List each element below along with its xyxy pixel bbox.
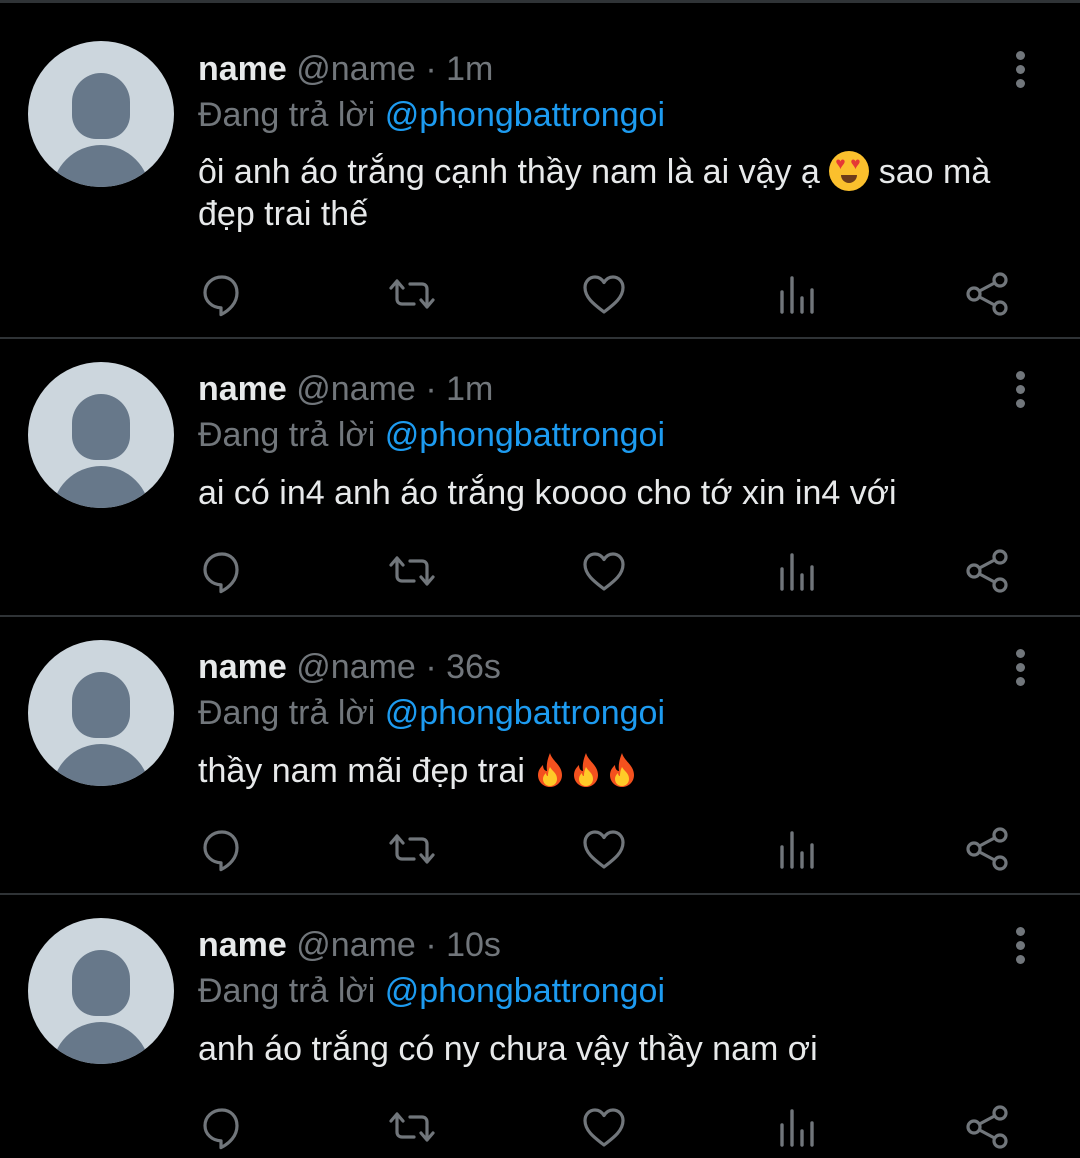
mention-link[interactable]: @phongbattrongoi (385, 416, 665, 454)
like-icon[interactable] (580, 1103, 628, 1151)
action-bar (0, 825, 1080, 875)
replying-to: Đang trả lời @phongbattrongoi (198, 93, 665, 137)
timestamp[interactable]: 36s (446, 648, 501, 686)
replying-to: Đang trả lời @phongbattrongoi (198, 691, 665, 735)
mention-link[interactable]: @phongbattrongoi (385, 694, 665, 732)
retweet-icon[interactable] (388, 547, 436, 595)
more-options-icon[interactable] (1008, 369, 1034, 409)
separator-dot: · (425, 926, 437, 964)
share-icon[interactable] (964, 1103, 1012, 1151)
fire-emoji-group (534, 752, 642, 790)
tweet-text: anh áo trắng có ny chưa vậy thầy nam ơi (198, 1030, 818, 1068)
reply-tweet[interactable]: name @name · 1m Đang trả lời @phongbattr… (0, 339, 1080, 617)
reply-icon[interactable] (198, 270, 246, 318)
share-icon[interactable] (964, 825, 1012, 873)
timestamp[interactable]: 1m (446, 50, 493, 88)
display-name[interactable]: name (198, 926, 287, 964)
retweet-icon[interactable] (388, 1103, 436, 1151)
timestamp[interactable]: 10s (446, 926, 501, 964)
share-icon[interactable] (964, 270, 1012, 318)
avatar[interactable] (28, 362, 174, 508)
fire-emoji-icon (574, 753, 599, 787)
views-icon[interactable] (772, 825, 820, 873)
tweet-header: name @name · 36s (198, 645, 501, 689)
tweet-text: ai có in4 anh áo trắng koooo cho tớ xin … (198, 474, 897, 512)
user-handle[interactable]: @name (296, 926, 416, 964)
replying-to: Đang trả lời @phongbattrongoi (198, 413, 665, 457)
avatar[interactable] (28, 918, 174, 1064)
display-name[interactable]: name (198, 648, 287, 686)
display-name[interactable]: name (198, 370, 287, 408)
retweet-icon[interactable] (388, 825, 436, 873)
tweet-text: ôi anh áo trắng cạnh thầy nam là ai vậy … (198, 151, 1028, 235)
like-icon[interactable] (580, 270, 628, 318)
fire-emoji-icon (538, 753, 563, 787)
timestamp[interactable]: 1m (446, 370, 493, 408)
views-icon[interactable] (772, 547, 820, 595)
reply-tweet[interactable]: name @name · 36s Đang trả lời @phongbatt… (0, 617, 1080, 895)
replying-to-label: Đang trả lời (198, 694, 376, 732)
tweet-text: thầy nam mãi đẹp trai (198, 750, 1028, 792)
display-name[interactable]: name (198, 50, 287, 88)
tweet-header: name @name · 10s (198, 923, 501, 967)
reply-tweet[interactable]: name @name · 1m Đang trả lời @phongbattr… (0, 3, 1080, 339)
replying-to-label: Đang trả lời (198, 416, 376, 454)
avatar[interactable] (28, 41, 174, 187)
separator-dot: · (425, 50, 437, 88)
reply-icon[interactable] (198, 547, 246, 595)
heart-eyes-emoji-icon (829, 151, 870, 191)
tweet-header: name @name · 1m (198, 47, 493, 91)
separator-dot: · (425, 370, 437, 408)
tweet-text-part: ôi anh áo trắng cạnh thầy nam là ai vậy … (198, 153, 820, 191)
retweet-icon[interactable] (388, 270, 436, 318)
tweet-header: name @name · 1m (198, 367, 493, 411)
like-icon[interactable] (580, 825, 628, 873)
action-bar (0, 270, 1080, 320)
fire-emoji-icon (610, 753, 635, 787)
like-icon[interactable] (580, 547, 628, 595)
user-handle[interactable]: @name (296, 370, 416, 408)
reply-icon[interactable] (198, 825, 246, 873)
replying-to-label: Đang trả lời (198, 96, 376, 134)
action-bar (0, 1103, 1080, 1153)
separator-dot: · (425, 648, 437, 686)
reply-icon[interactable] (198, 1103, 246, 1151)
views-icon[interactable] (772, 1103, 820, 1151)
more-options-icon[interactable] (1008, 647, 1034, 687)
action-bar (0, 547, 1080, 597)
reply-tweet[interactable]: name @name · 10s Đang trả lời @phongbatt… (0, 895, 1080, 1158)
share-icon[interactable] (964, 547, 1012, 595)
replying-to-label: Đang trả lời (198, 972, 376, 1010)
mention-link[interactable]: @phongbattrongoi (385, 96, 665, 134)
avatar[interactable] (28, 640, 174, 786)
more-options-icon[interactable] (1008, 49, 1034, 89)
tweet-text-part: thầy nam mãi đẹp trai (198, 752, 525, 790)
user-handle[interactable]: @name (296, 648, 416, 686)
user-handle[interactable]: @name (296, 50, 416, 88)
replying-to: Đang trả lời @phongbattrongoi (198, 969, 665, 1013)
more-options-icon[interactable] (1008, 925, 1034, 965)
mention-link[interactable]: @phongbattrongoi (385, 972, 665, 1010)
views-icon[interactable] (772, 270, 820, 318)
